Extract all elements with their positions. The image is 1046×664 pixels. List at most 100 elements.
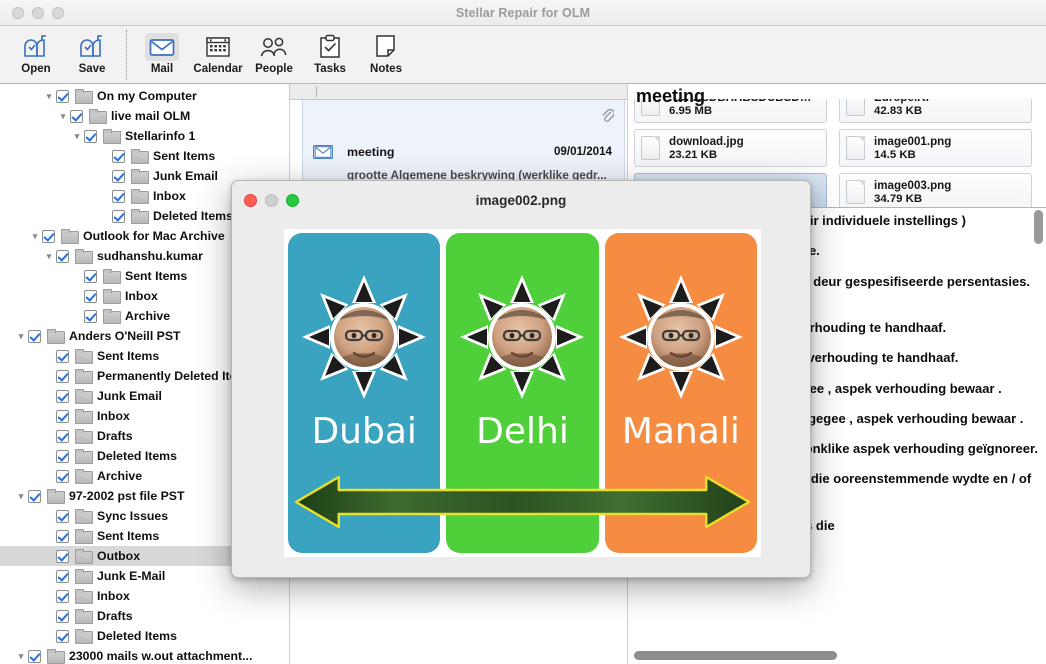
image-panels: Dubai Delhi Manali [288,233,757,553]
folder-label: Anders O'Neill PST [69,329,181,343]
folder-row[interactable]: Drafts [0,606,289,626]
zoom-button[interactable] [52,7,64,19]
folder-checkbox[interactable] [56,609,69,623]
folder-checkbox[interactable] [84,309,97,323]
folder-icon [103,269,121,284]
dialog-title: image002.png [475,193,567,208]
folder-checkbox[interactable] [112,169,125,183]
close-button[interactable] [12,7,24,19]
chevron-down-icon[interactable]: ▾ [42,251,56,262]
dialog-traffic-lights[interactable] [244,194,299,207]
folder-icon [103,289,121,304]
image-panel-dubai: Dubai [288,233,441,553]
folder-label: Deleted Items [97,629,177,643]
chevron-down-icon[interactable]: ▾ [56,111,70,122]
folder-checkbox[interactable] [56,369,69,383]
folder-checkbox[interactable] [56,409,69,423]
chevron-down-icon[interactable]: ▾ [70,131,84,142]
attachment-item[interactable]: Europe.rtf42.83 KB [839,99,1032,123]
folder-icon [75,349,93,364]
folder-icon [47,489,65,504]
folder-row[interactable]: Deleted Items [0,626,289,646]
toolbar-label-mail: Mail [150,63,174,75]
folder-checkbox[interactable] [56,89,69,103]
reading-pane-horizontal-scroll-thumb[interactable] [634,651,837,660]
toolbar-button-mail[interactable]: Mail [134,30,190,75]
toolbar-button-open[interactable]: Open [8,30,64,75]
folder-checkbox[interactable] [56,389,69,403]
dialog-close-button[interactable] [244,194,257,207]
folder-checkbox[interactable] [84,289,97,303]
folder-label: live mail OLM [111,109,191,123]
folder-icon [131,149,149,164]
image-preview-dialog[interactable]: image002.png Dubai Delhi Manali [231,180,811,578]
folder-checkbox[interactable] [56,589,69,603]
toolbar-button-people[interactable]: People [246,30,302,75]
folder-checkbox[interactable] [28,489,41,503]
chevron-down-icon[interactable]: ▾ [28,231,42,242]
folder-checkbox[interactable] [56,529,69,543]
folder-row[interactable]: ▾ On my Computer [0,86,289,106]
chevron-down-icon[interactable]: ▾ [14,651,28,662]
attachment-item[interactable]: download.jpg 23.21 KB [634,129,827,167]
folder-row[interactable]: Sent Items [0,146,289,166]
folder-checkbox[interactable] [84,129,97,143]
panel-city-label: Dubai [311,411,417,452]
folder-icon [131,209,149,224]
folder-label: Sent Items [97,529,160,543]
message-list-item-meeting[interactable]: meeting 09/01/2014 grootte Algemene besk… [302,100,625,184]
chevron-down-icon[interactable]: ▾ [14,331,28,342]
folder-checkbox[interactable] [56,449,69,463]
dialog-minimize-button[interactable] [265,194,278,207]
folder-checkbox[interactable] [70,109,83,123]
folder-icon [75,449,93,464]
folder-label: Junk Email [153,169,218,183]
reading-pane-vertical-scroll-thumb[interactable] [1034,210,1043,244]
folder-checkbox[interactable] [28,649,41,663]
folder-checkbox[interactable] [56,469,69,483]
folder-checkbox[interactable] [112,149,125,163]
attachment-item[interactable]: image001.png 14.5 KB [839,129,1032,167]
minimize-button[interactable] [32,7,44,19]
attachment-name: Europe.rtf [874,99,929,104]
folder-checkbox[interactable] [56,569,69,583]
folder-checkbox[interactable] [112,189,125,203]
attachment-item[interactable]: image003.png 34.79 KB [839,173,1032,207]
folder-checkbox[interactable] [56,629,69,643]
toolbar-button-save[interactable]: Save [64,30,120,75]
folder-checkbox[interactable] [56,429,69,443]
reading-pane-vertical-scrollbar[interactable] [1032,208,1044,658]
folder-checkbox[interactable] [84,269,97,283]
toolbar-button-tasks[interactable]: Tasks [302,30,358,75]
folder-row[interactable]: ▾ Stellarinfo 1 [0,126,289,146]
attachment-text: image003.png 34.79 KB [874,179,951,205]
folder-checkbox[interactable] [56,349,69,363]
panel-city-label: Delhi [476,411,569,452]
folder-checkbox[interactable] [56,249,69,263]
folder-label: Sent Items [97,349,160,363]
chevron-down-icon[interactable]: ▾ [42,91,56,102]
folder-checkbox[interactable] [112,209,125,223]
folder-row[interactable]: ▾ 23000 mails w.out attachment... [0,646,289,664]
folder-icon [75,249,93,264]
window-traffic-lights[interactable] [12,7,64,19]
sun-face-badge-icon [613,269,749,405]
folder-checkbox[interactable] [56,509,69,523]
attachment-text: image001.png 14.5 KB [874,135,951,161]
folder-label: Deleted Items [97,449,177,463]
folder-icon [75,549,93,564]
sun-face-badge-icon [454,269,590,405]
folder-row[interactable]: ▾ live mail OLM [0,106,289,126]
folder-label: Outbox [97,549,141,563]
folder-checkbox[interactable] [28,329,41,343]
folder-checkbox[interactable] [42,229,55,243]
dialog-zoom-button[interactable] [286,194,299,207]
toolbar-button-calendar[interactable]: Calendar [190,30,246,75]
folder-checkbox[interactable] [56,549,69,563]
mailbox-open-icon [19,33,53,61]
chevron-down-icon[interactable]: ▾ [14,491,28,502]
toolbar-button-notes[interactable]: Notes [358,30,414,75]
folder-row[interactable]: Inbox [0,586,289,606]
attachment-size: 14.5 KB [874,149,916,161]
folder-icon [47,329,65,344]
